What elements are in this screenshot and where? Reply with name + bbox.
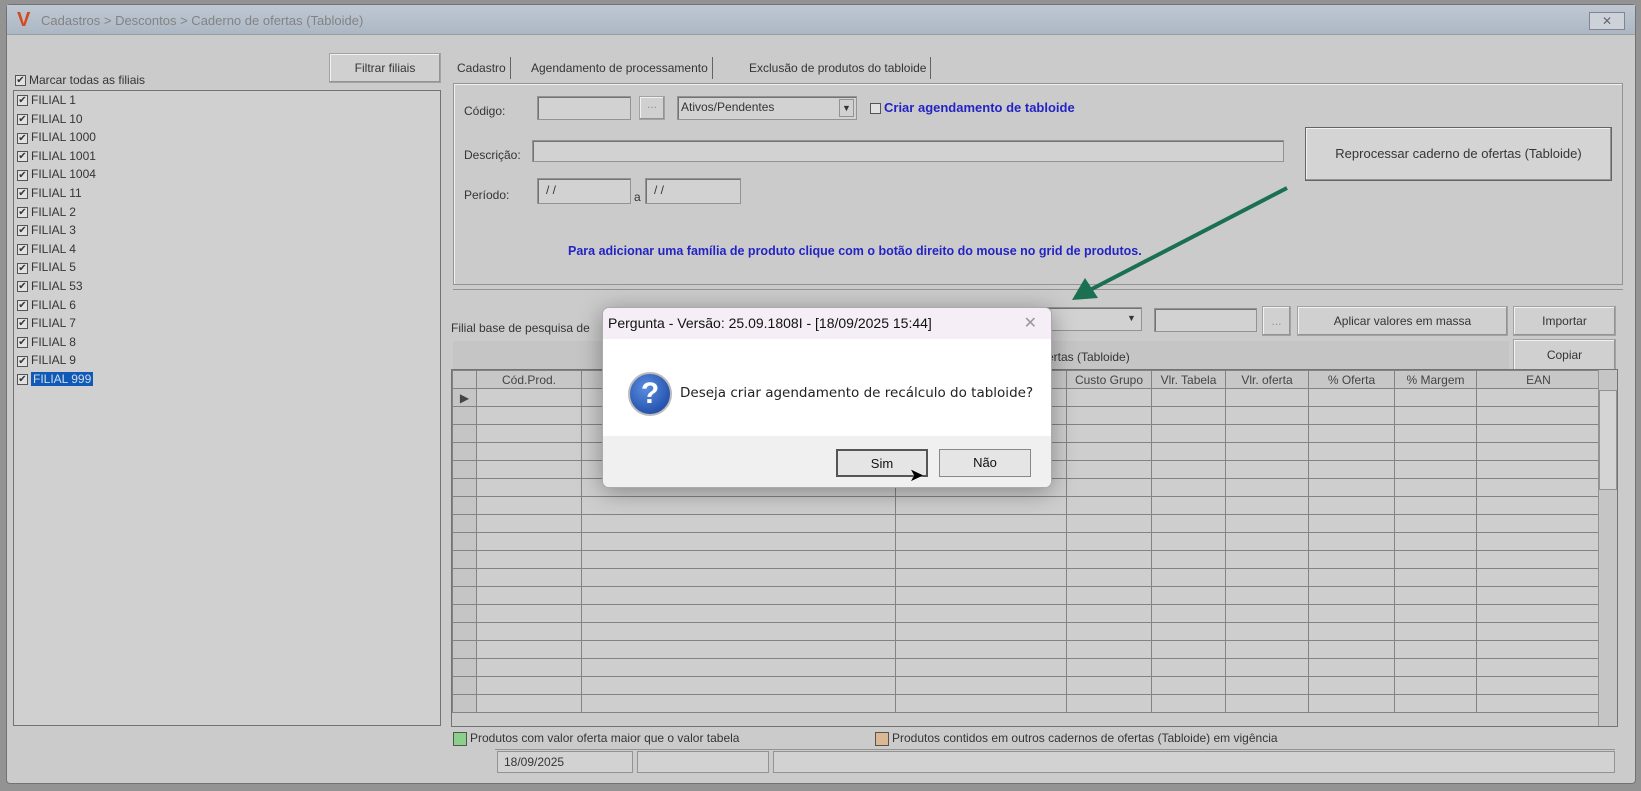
mouse-cursor-icon: ➤	[909, 465, 925, 485]
dialog-message: Deseja criar agendamento de recálculo do…	[680, 385, 1034, 401]
arrow-line	[1089, 186, 1288, 292]
confirm-dialog: Pergunta - Versão: 25.09.1808I - [18/09/…	[602, 307, 1052, 488]
question-icon: ?	[628, 372, 672, 416]
no-button[interactable]: Não	[939, 449, 1031, 477]
dialog-close-button[interactable]: ✕	[1024, 313, 1037, 333]
dialog-title: Pergunta - Versão: 25.09.1808I - [18/09/…	[603, 308, 1051, 339]
